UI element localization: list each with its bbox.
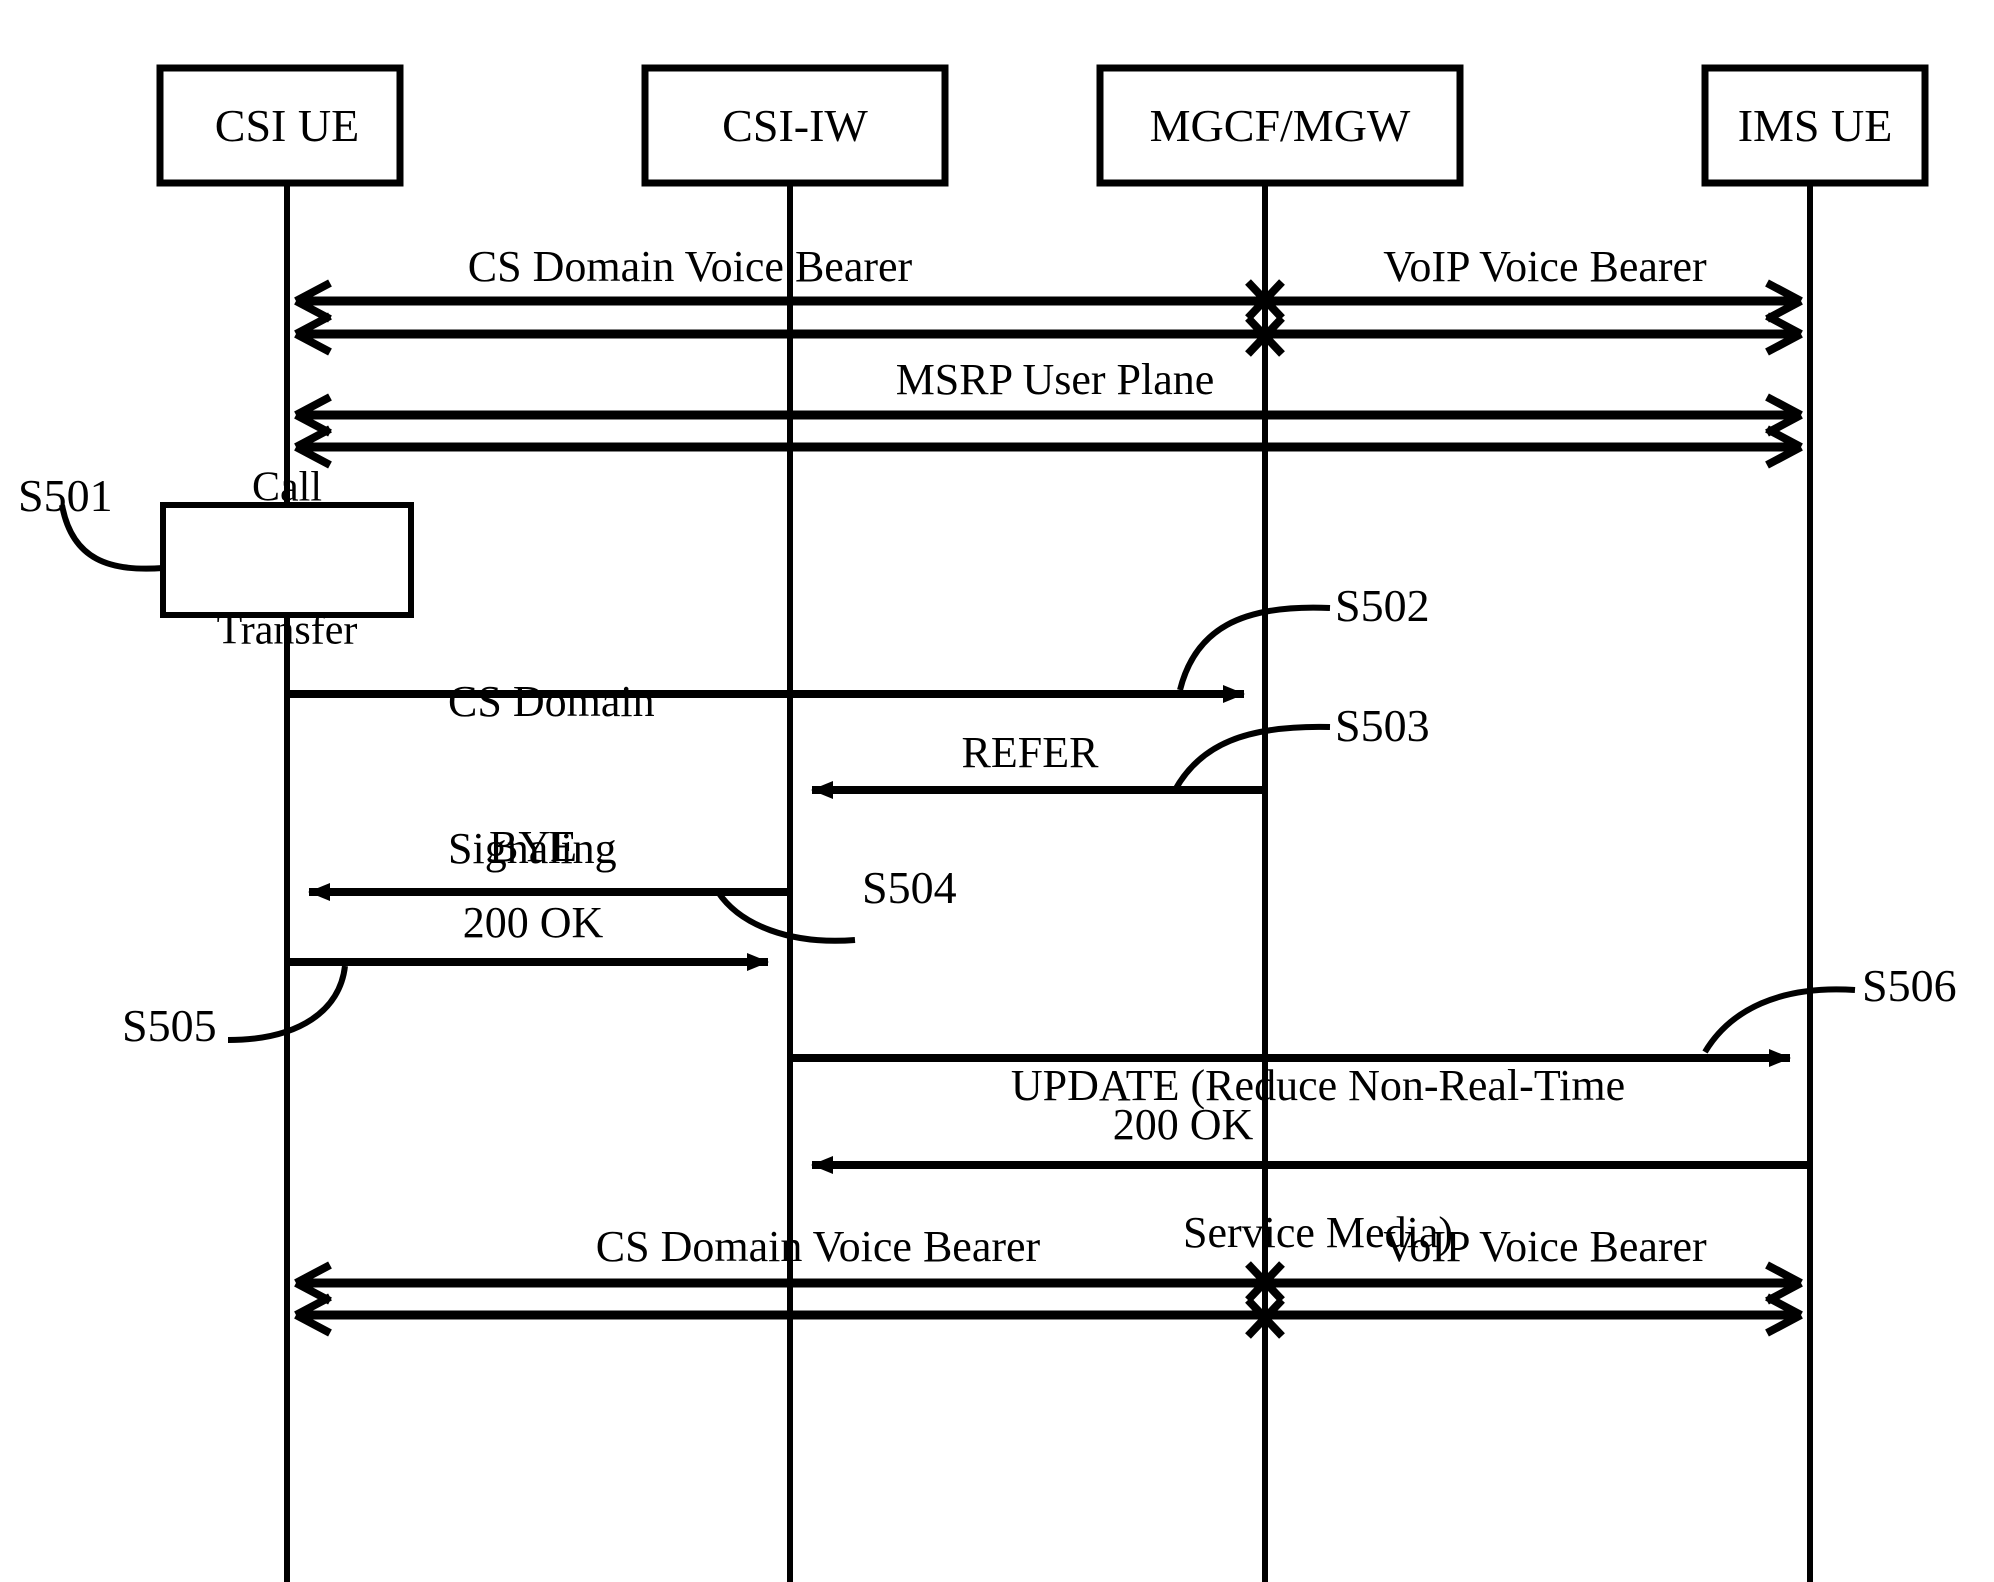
message-label-update: UPDATE (Reduce Non-Real-Time Service Med…: [1011, 962, 1625, 1356]
s502-leader: [1177, 604, 1331, 691]
s506-leader: [1702, 986, 1856, 1054]
message-label-200-ok-1: 200 OK: [462, 898, 604, 947]
call-transfer-box-label: Call Transfer: [217, 369, 358, 752]
message-label-refer: REFER: [961, 728, 1099, 777]
bearer-band-top: [294, 279, 1803, 357]
message-label-cs-domain-voice-bearer-top: CS Domain Voice Bearer: [467, 242, 913, 291]
s503-leader: [1172, 723, 1331, 792]
sequence-diagram-canvas: CSI UE CSI-IW MGCF/MGW IMS UE CS Domain …: [0, 0, 1994, 1582]
actor-label-csi-iw: CSI-IW: [722, 100, 868, 152]
step-label-s505: S505: [122, 1000, 217, 1051]
step-label-s506: S506: [1862, 960, 1957, 1011]
step-label-s504: S504: [862, 862, 957, 913]
cs-domain-signaling-line1: CS Domain: [448, 676, 655, 726]
actor-label-csi-ue: CSI UE: [214, 100, 360, 152]
bearer-band-msrp: [294, 393, 1803, 469]
step-label-s501: S501: [18, 470, 113, 521]
actor-boxes: [156, 64, 1929, 187]
actor-label-ims-ue: IMS UE: [1737, 100, 1893, 152]
update-line1: UPDATE (Reduce Non-Real-Time: [1010, 1060, 1626, 1110]
call-transfer-line2: Transfer: [216, 607, 358, 654]
message-label-cs-domain-voice-bearer-bottom: CS Domain Voice Bearer: [595, 1222, 1041, 1271]
message-label-voip-voice-bearer-top: VoIP Voice Bearer: [1383, 242, 1707, 291]
message-label-200-ok-2: 200 OK: [1112, 1100, 1254, 1149]
step-label-s502: S502: [1335, 580, 1430, 631]
actor-label-mgcf-mgw: MGCF/MGW: [1149, 100, 1411, 152]
step-label-s503: S503: [1335, 700, 1430, 751]
s504-leader: [715, 890, 856, 944]
message-label-msrp-user-plane: MSRP User Plane: [895, 355, 1215, 404]
message-label-voip-voice-bearer-bottom: VoIP Voice Bearer: [1383, 1222, 1707, 1271]
diagram-vector-layer: [59, 64, 1929, 1582]
call-transfer-line1: Call: [251, 464, 322, 511]
message-label-bye: BYE: [489, 822, 577, 871]
